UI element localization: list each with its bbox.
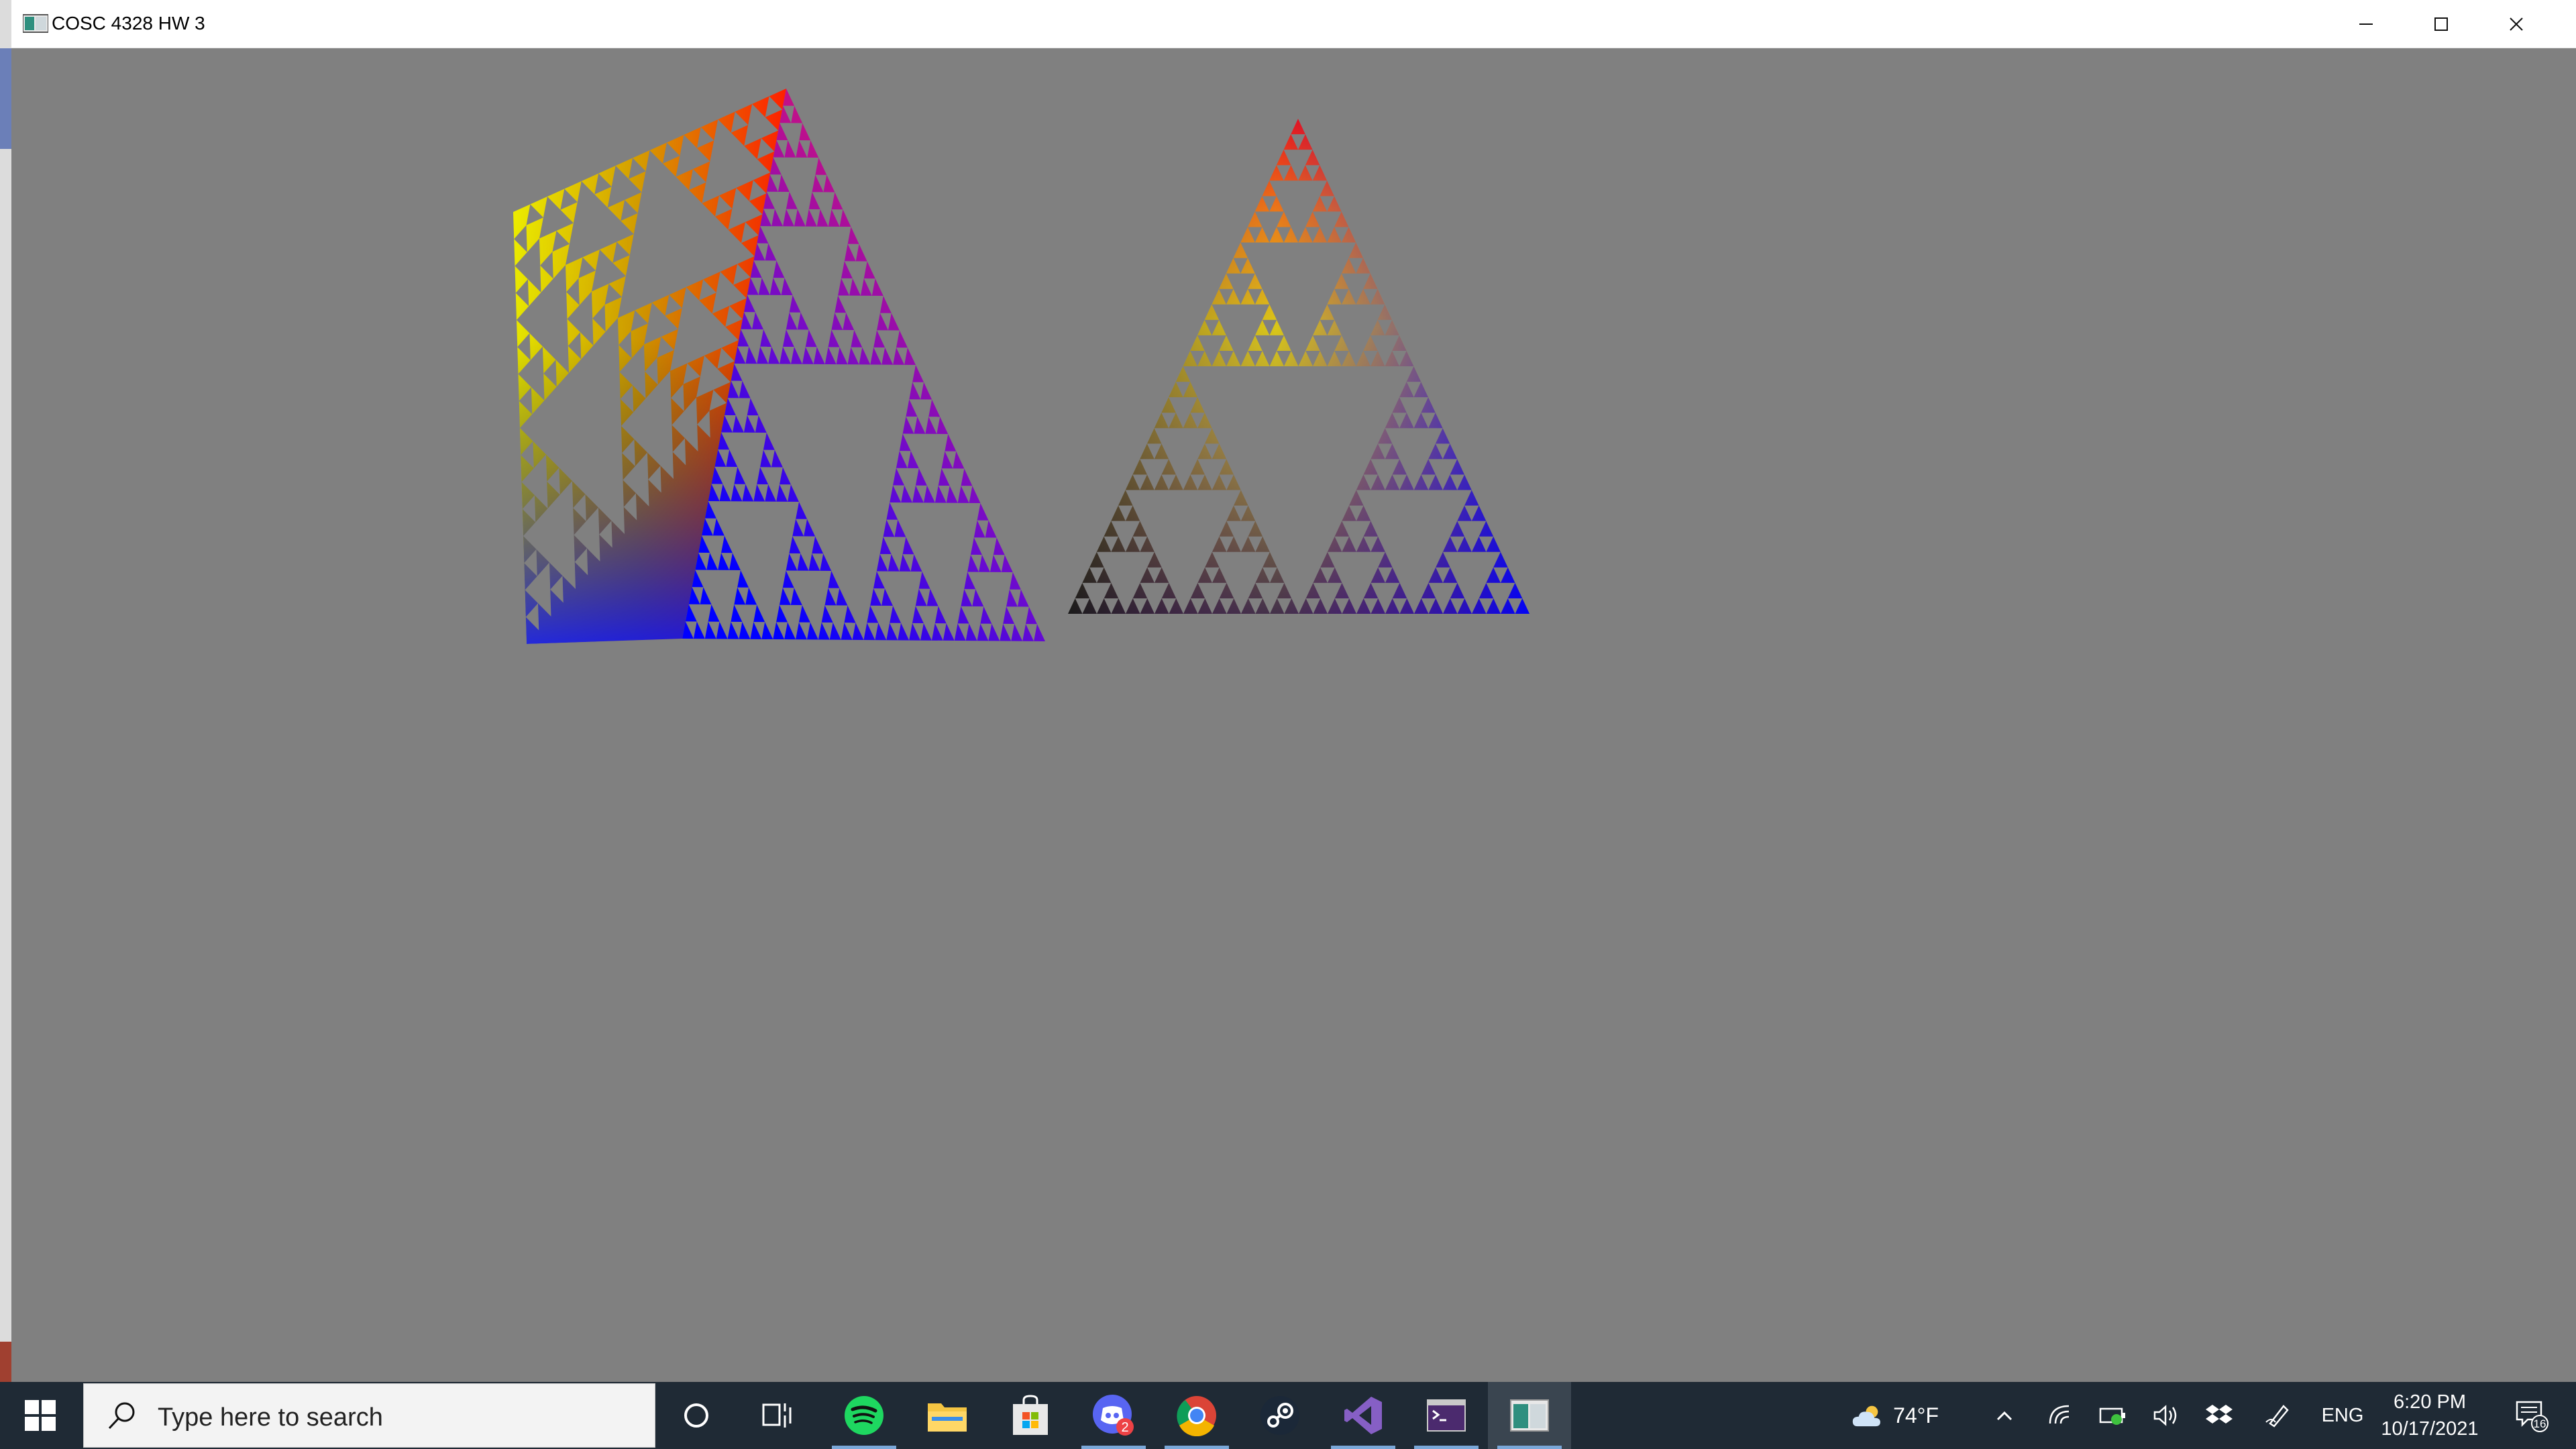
running-indicator	[1081, 1446, 1146, 1449]
running-indicator	[1414, 1446, 1479, 1449]
microsoft-store-icon	[1013, 1395, 1048, 1435]
steam-icon	[1260, 1396, 1299, 1435]
title-bar[interactable]: COSC 4328 HW 3	[11, 0, 2576, 48]
action-center-button[interactable]: 16	[2498, 1382, 2565, 1449]
cortana-button[interactable]	[663, 1382, 730, 1449]
pen-workspace-button[interactable]	[2259, 1382, 2297, 1449]
chrome-icon	[1177, 1396, 1216, 1436]
minimize-button[interactable]	[2328, 0, 2404, 48]
terminal-icon	[1427, 1399, 1466, 1432]
maximize-button[interactable]	[2404, 0, 2479, 48]
app-window-icon	[23, 14, 48, 33]
windows-logo-icon	[25, 1400, 56, 1431]
taskbar-search-box[interactable]: Type here to search	[83, 1383, 655, 1448]
cortana-icon	[684, 1403, 708, 1428]
network-button[interactable]	[2041, 1382, 2078, 1449]
taskbar-opengl-app[interactable]	[1488, 1382, 1571, 1449]
partly-cloudy-icon	[1852, 1405, 1880, 1427]
spotify-icon	[845, 1396, 883, 1435]
speaker-icon	[2153, 1405, 2177, 1426]
maximize-icon	[2434, 17, 2448, 31]
battery-charging-icon	[2099, 1407, 2125, 1425]
close-icon	[2510, 17, 2523, 31]
wifi-icon	[2049, 1405, 2070, 1424]
opengl-canvas[interactable]	[11, 48, 2576, 1382]
visual-studio-icon	[1344, 1397, 1382, 1434]
taskbar-chrome[interactable]	[1155, 1382, 1238, 1449]
desktop-edge-accent	[0, 48, 11, 149]
search-placeholder: Type here to search	[158, 1403, 383, 1432]
taskbar-discord[interactable]: 2	[1072, 1382, 1155, 1449]
task-view-button[interactable]	[743, 1382, 810, 1449]
running-indicator	[1331, 1446, 1395, 1449]
clock-button[interactable]: 6:20 PM 10/17/2021	[2369, 1389, 2490, 1442]
volume-button[interactable]	[2147, 1382, 2184, 1449]
chevron-up-icon	[1996, 1411, 2012, 1421]
opengl-app-icon	[1510, 1399, 1549, 1432]
taskbar-file-explorer[interactable]	[906, 1382, 989, 1449]
close-button[interactable]	[2479, 0, 2554, 48]
language-label: ENG	[2321, 1404, 2364, 1426]
battery-button[interactable]	[2094, 1382, 2132, 1449]
task-view-icon	[762, 1403, 792, 1428]
notification-count: 16	[2534, 1417, 2546, 1430]
taskbar-steam[interactable]	[1238, 1382, 1322, 1449]
dropbox-icon	[2206, 1405, 2233, 1424]
desktop-edge	[0, 0, 11, 1382]
clock-time: 6:20 PM	[2394, 1391, 2466, 1413]
taskbar-terminal[interactable]	[1405, 1382, 1488, 1449]
taskbar-microsoft-store[interactable]	[989, 1382, 1072, 1449]
running-indicator	[1497, 1446, 1562, 1449]
sierpinski-tetrahedron	[513, 89, 1045, 644]
language-indicator[interactable]: ENG	[2310, 1382, 2375, 1449]
taskbar-visual-studio[interactable]	[1322, 1382, 1405, 1449]
sierpinski-triangle	[1068, 119, 1529, 614]
show-hidden-icons-button[interactable]	[1986, 1382, 2023, 1449]
discord-icon: 2	[1093, 1395, 1134, 1436]
clock-date: 10/17/2021	[2381, 1418, 2479, 1440]
render-surface	[513, 89, 1529, 644]
file-explorer-icon	[928, 1403, 967, 1432]
taskbar: Type here to search 2 74°F ENG 6:20 PM 1…	[0, 1382, 2576, 1449]
discord-badge: 2	[1121, 1420, 1128, 1435]
search-icon	[108, 1402, 135, 1430]
pen-icon	[2265, 1405, 2289, 1428]
running-indicator	[832, 1446, 896, 1449]
app-window: COSC 4328 HW 3	[11, 0, 2576, 1382]
running-indicator	[1165, 1446, 1229, 1449]
window-title: COSC 4328 HW 3	[52, 13, 205, 34]
weather-widget[interactable]: 74°F	[1851, 1382, 1939, 1449]
desktop-edge-accent-red	[0, 1342, 11, 1382]
minimize-icon	[2359, 23, 2373, 25]
notifications-icon: 16	[2516, 1401, 2548, 1432]
start-button[interactable]	[0, 1382, 80, 1449]
weather-temp: 74°F	[1893, 1403, 1939, 1428]
dropbox-button[interactable]	[2200, 1382, 2238, 1449]
taskbar-spotify[interactable]	[822, 1382, 906, 1449]
